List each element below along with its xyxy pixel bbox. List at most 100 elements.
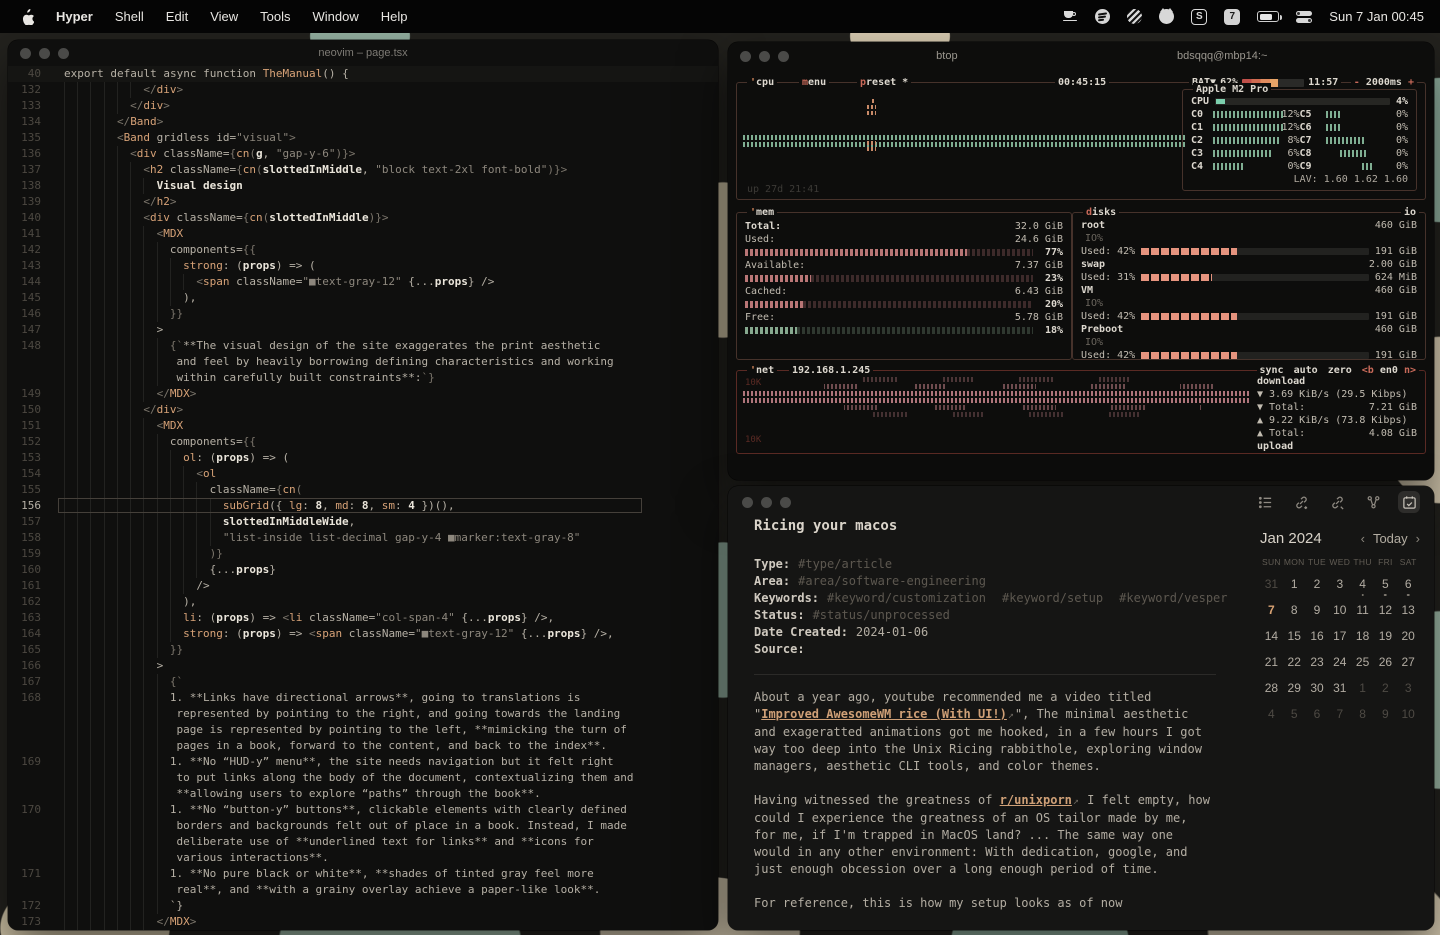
calendar-day[interactable]: 22: [1283, 649, 1306, 675]
code-line[interactable]: 143strong: (props) => (: [8, 258, 718, 274]
calendar-day[interactable]: 30: [1306, 675, 1329, 701]
tag[interactable]: #area/software-engineering: [798, 573, 986, 590]
calendar-day[interactable]: 10: [1397, 701, 1420, 727]
calendar-day[interactable]: 4: [1351, 571, 1374, 597]
code-line[interactable]: 157slottedInMiddleWide,: [8, 514, 718, 530]
code-line[interactable]: 148{`**The visual design of the site exa…: [8, 338, 718, 354]
calendar-day[interactable]: 28: [1260, 675, 1283, 701]
code-line[interactable]: 167{`: [8, 674, 718, 690]
code-line[interactable]: 163li: (props) => <li className="col-spa…: [8, 610, 718, 626]
stripes-icon[interactable]: [1127, 8, 1142, 26]
external-link[interactable]: r/unixporn: [1000, 793, 1072, 807]
calendar-day[interactable]: 25: [1351, 649, 1374, 675]
code-line[interactable]: 160{...props}: [8, 562, 718, 578]
menu-item-view[interactable]: View: [210, 9, 238, 24]
close-button[interactable]: [742, 497, 753, 508]
tag[interactable]: #status/unprocessed: [813, 607, 950, 624]
code-line[interactable]: 165}}: [8, 642, 718, 658]
code-line[interactable]: 156subGrid({ lg: 8, md: 8, sm: 4 })(),: [8, 498, 718, 514]
calendar-day[interactable]: 19: [1374, 623, 1397, 649]
toggles-icon[interactable]: [1296, 8, 1312, 26]
menu-item-help[interactable]: Help: [381, 9, 408, 24]
code-line[interactable]: 134</Band>: [8, 114, 718, 130]
calendar-day[interactable]: 8: [1283, 597, 1306, 623]
code-line[interactable]: 139</h2>: [8, 194, 718, 210]
code-line[interactable]: 141<MDX: [8, 226, 718, 242]
list-icon[interactable]: [1254, 491, 1276, 513]
tag[interactable]: #type/article: [798, 556, 892, 573]
github-icon[interactable]: [1159, 8, 1174, 26]
code-line[interactable]: 144<span className="■text-gray-12" {...p…: [8, 274, 718, 290]
menu-item-hyper[interactable]: Hyper: [56, 9, 93, 24]
menu-item-tools[interactable]: Tools: [260, 9, 290, 24]
code-line[interactable]: 159)}: [8, 546, 718, 562]
calendar-day[interactable]: 20: [1397, 623, 1420, 649]
calendar-day[interactable]: 2: [1306, 571, 1329, 597]
calendar-day[interactable]: 11: [1351, 597, 1374, 623]
calendar-day[interactable]: 18: [1351, 623, 1374, 649]
calendar-day[interactable]: 3: [1328, 571, 1351, 597]
code-line[interactable]: 173</MDX>: [8, 914, 718, 930]
calendar-day[interactable]: 14: [1260, 623, 1283, 649]
net-box-label[interactable]: 'net: [747, 364, 777, 377]
code-line[interactable]: 133</div>: [8, 98, 718, 114]
calendar-day[interactable]: 5: [1283, 701, 1306, 727]
code-line[interactable]: 154<ol: [8, 466, 718, 482]
cpu-box-label[interactable]: 'cpu: [747, 76, 777, 89]
code-line[interactable]: 142components={{: [8, 242, 718, 258]
menu-button[interactable]: menu: [799, 76, 829, 89]
insert-link-icon[interactable]: [1326, 491, 1348, 513]
code-line[interactable]: pages in a book, forward to the content,…: [8, 738, 718, 754]
mem-box-label[interactable]: 'mem: [747, 206, 777, 219]
apple-icon[interactable]: [20, 8, 34, 26]
calendar-day[interactable]: 16: [1306, 623, 1329, 649]
code-line[interactable]: 152components={{: [8, 434, 718, 450]
calendar-icon[interactable]: [1398, 491, 1420, 513]
calendar-day[interactable]: 27: [1397, 649, 1420, 675]
menu-clock[interactable]: Sun 7 Jan 00:45: [1329, 9, 1424, 24]
calendar-day[interactable]: 17: [1328, 623, 1351, 649]
zoom-button[interactable]: [780, 497, 791, 508]
code-line[interactable]: 136<div className={cn(g, "gap-y-6")}>: [8, 146, 718, 162]
calendar-day[interactable]: 7: [1260, 597, 1283, 623]
code-line[interactable]: 158"list-inside list-decimal gap-y-4 ■ma…: [8, 530, 718, 546]
code-line[interactable]: 140<div className={cn(slottedInMiddle)}>: [8, 210, 718, 226]
coffee-icon[interactable]: [1063, 8, 1078, 26]
calendar-day[interactable]: 12: [1374, 597, 1397, 623]
calendar-next-button[interactable]: ›: [1416, 531, 1420, 546]
calendar-today-button[interactable]: Today: [1373, 531, 1408, 546]
code-line[interactable]: to put links along the body of the docum…: [8, 770, 718, 786]
graph-icon[interactable]: [1362, 491, 1384, 513]
code-line[interactable]: 162),: [8, 594, 718, 610]
code-line[interactable]: deliberate use of **underlined text for …: [8, 834, 718, 850]
code-line[interactable]: 40export default async function TheManua…: [8, 66, 718, 82]
calendar-day[interactable]: 4: [1260, 701, 1283, 727]
minimize-button[interactable]: [759, 51, 770, 62]
code-line[interactable]: 161/>: [8, 578, 718, 594]
calendar-day[interactable]: 31: [1260, 571, 1283, 597]
calendar-day[interactable]: 2: [1374, 675, 1397, 701]
music-icon[interactable]: [1095, 8, 1110, 26]
calendar-day[interactable]: 26: [1374, 649, 1397, 675]
code-line[interactable]: 151<MDX: [8, 418, 718, 434]
code-line[interactable]: 149</MDX>: [8, 386, 718, 402]
update-interval-control[interactable]: - 2000ms +: [1351, 76, 1417, 89]
code-line[interactable]: page is represented by pointing to the l…: [8, 722, 718, 738]
code-line[interactable]: 1681. **Links have directional arrows**,…: [8, 690, 718, 706]
code-line[interactable]: and feel by heavily borrowing defining c…: [8, 354, 718, 370]
code-line[interactable]: 150</div>: [8, 402, 718, 418]
code-line[interactable]: 145),: [8, 290, 718, 306]
code-line[interactable]: 146}}: [8, 306, 718, 322]
preset-button[interactable]: preset *: [857, 76, 911, 89]
code-line[interactable]: 132</div>: [8, 82, 718, 98]
seven-badge[interactable]: 7: [1224, 9, 1240, 25]
code-line[interactable]: various interactions**.: [8, 850, 718, 866]
code-line[interactable]: within carefully built constraints**:`}: [8, 370, 718, 386]
code-line[interactable]: 172`}: [8, 898, 718, 914]
code-line[interactable]: 1691. **No “HUD-y” menu**, the site need…: [8, 754, 718, 770]
battery-icon[interactable]: [1257, 8, 1279, 26]
code-line[interactable]: 1701. **No “button-y” buttons**, clickab…: [8, 802, 718, 818]
tag[interactable]: #keyword/setup: [1002, 590, 1103, 607]
code-line[interactable]: 153ol: (props) => (: [8, 450, 718, 466]
tag[interactable]: #keyword/vesper: [1119, 590, 1227, 607]
